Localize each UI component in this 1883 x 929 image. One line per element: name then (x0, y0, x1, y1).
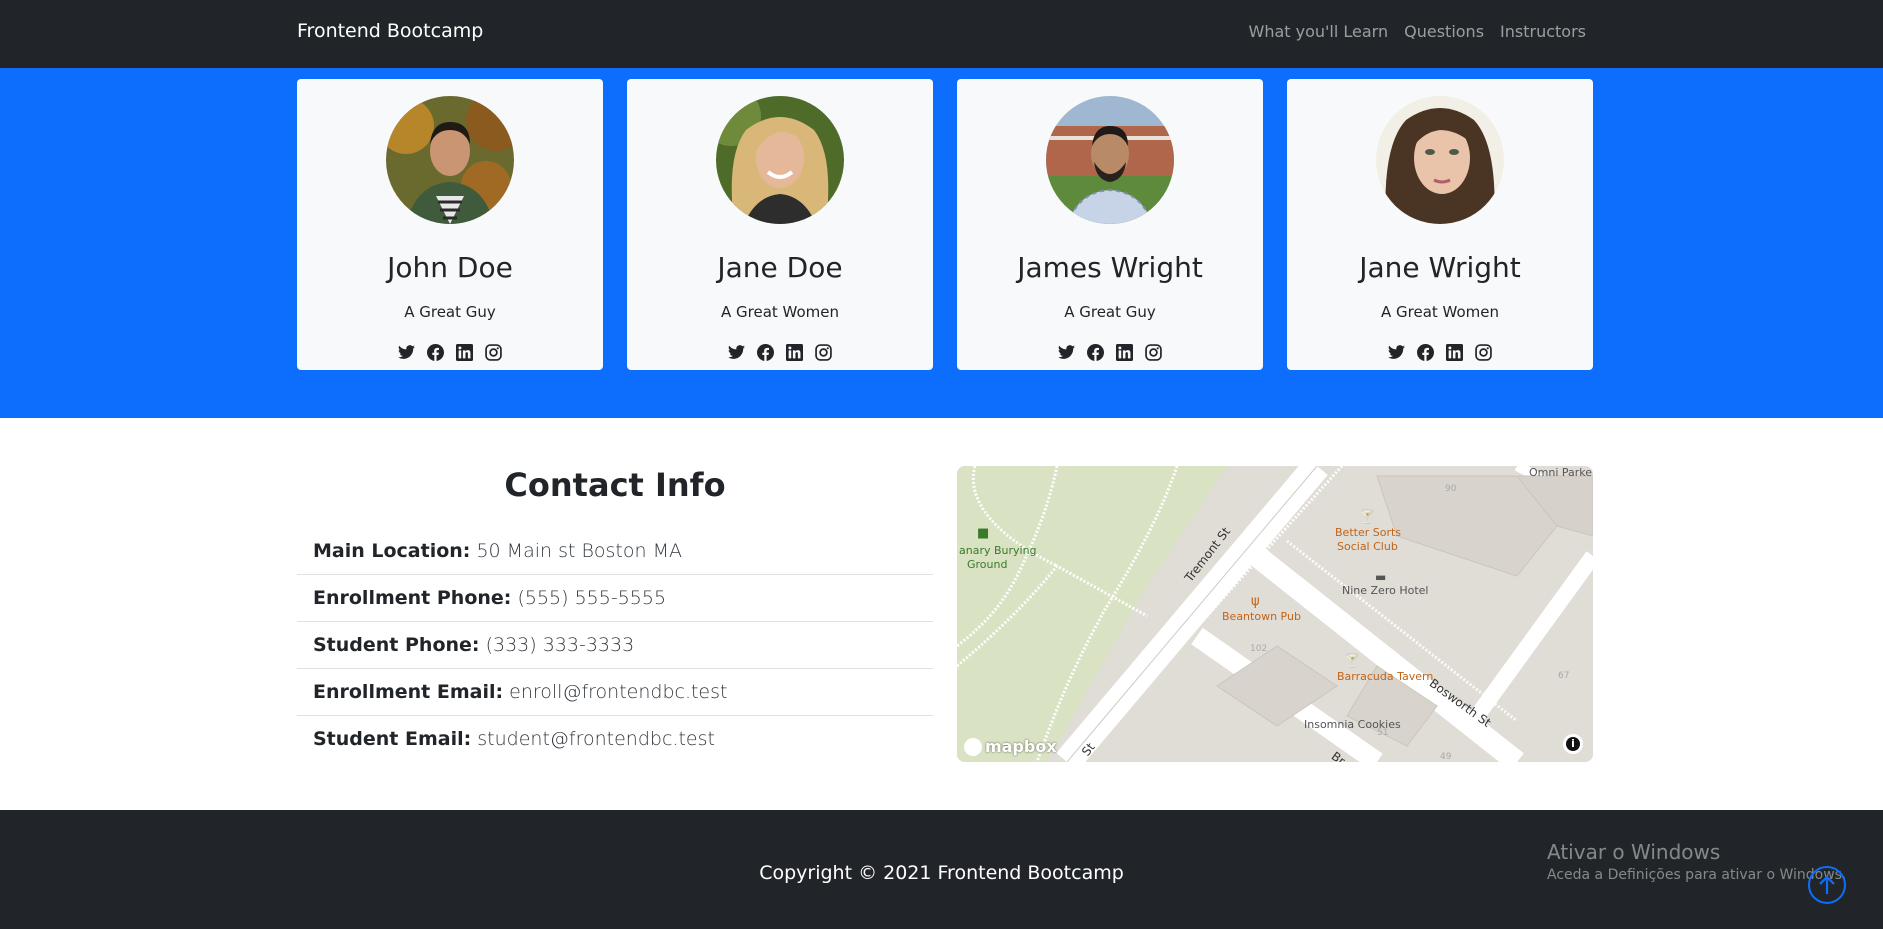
contact-item-student-phone: Student Phone: (333) 333-3333 (297, 622, 933, 669)
instagram-icon[interactable] (815, 344, 832, 361)
map-label-omni: Omni Parke (1529, 466, 1593, 479)
restaurant-icon: ψ (1251, 594, 1260, 609)
instructor-card: Jane Doe A Great Women (627, 79, 933, 370)
instructor-name: James Wright (1017, 251, 1203, 284)
cocktail-icon: 🍸 (1344, 654, 1361, 669)
instructor-role: A Great Guy (1064, 303, 1156, 321)
nav-link-instructors[interactable]: Instructors (1500, 22, 1586, 41)
map-label-better-sorts: Better Sorts (1335, 526, 1402, 539)
linkedin-icon[interactable] (1446, 344, 1463, 361)
map-label-barracuda: Barracuda Tavern (1337, 670, 1434, 683)
instructor-role: A Great Guy (404, 303, 496, 321)
linkedin-icon[interactable] (456, 344, 473, 361)
avatar (1046, 96, 1174, 224)
mapbox-logo[interactable]: mapbox (964, 737, 1057, 756)
map-label-number: 51 (1377, 728, 1389, 738)
contact-label: Student Phone: (313, 634, 480, 656)
hotel-icon: ▬ (1375, 570, 1387, 584)
linkedin-icon[interactable] (1116, 344, 1133, 361)
contact-item-student-email: Student Email: student@frontendbc.test (297, 716, 933, 763)
footer: Copyright © 2021 Frontend Bootcamp Ativa… (0, 810, 1883, 929)
info-icon: i (1566, 737, 1580, 751)
map-label-burying-ground: anary Burying (959, 544, 1037, 557)
facebook-icon[interactable] (1417, 344, 1434, 361)
windows-activation-title: Ativar o Windows (1547, 840, 1721, 864)
instructor-name: John Doe (387, 251, 513, 284)
contact-value: student@frontendbc.test (477, 728, 715, 750)
navbar: Frontend Bootcamp What you'll Learn Ques… (0, 0, 1883, 68)
scroll-to-top-button[interactable] (1808, 866, 1846, 904)
map-label-beantown: Beantown Pub (1222, 610, 1301, 623)
social-links (957, 344, 1263, 361)
instructor-role: A Great Women (720, 303, 840, 321)
social-links (297, 344, 603, 361)
contact-label: Enrollment Email: (313, 681, 504, 703)
social-links (1287, 344, 1593, 361)
contact-value: (555) 555-5555 (517, 587, 667, 609)
cocktail-icon: 🍸 (1359, 510, 1376, 525)
contact-label: Main Location: (313, 540, 471, 562)
social-links (627, 344, 933, 361)
contact-item-enrollment-email: Enrollment Email: enroll@frontendbc.test (297, 669, 933, 716)
map-label-burying-ground-2: Ground (967, 558, 1008, 571)
brand-link[interactable]: Frontend Bootcamp (297, 20, 483, 42)
instagram-icon[interactable] (1145, 344, 1162, 361)
avatar (1376, 96, 1504, 224)
nav-links: What you'll Learn Questions Instructors (1249, 22, 1587, 41)
map[interactable]: anary Burying Ground Tremont St Better S… (957, 466, 1593, 762)
park-icon: ■ (977, 526, 990, 541)
map-label-nine-zero: Nine Zero Hotel (1342, 584, 1429, 597)
twitter-icon[interactable] (728, 344, 745, 361)
facebook-icon[interactable] (757, 344, 774, 361)
contact-title: Contact Info (504, 466, 726, 504)
instructor-role: A Great Women (1380, 303, 1500, 321)
contact-label: Enrollment Phone: (313, 587, 512, 609)
instagram-icon[interactable] (485, 344, 502, 361)
contact-value: enroll@frontendbc.test (509, 681, 728, 703)
contact-value: (333) 333-3333 (485, 634, 635, 656)
contact-item-enrollment-phone: Enrollment Phone: (555) 555-5555 (297, 575, 933, 622)
avatar (386, 96, 514, 224)
map-label-number: 49 (1440, 752, 1452, 762)
arrow-up-icon (1819, 875, 1835, 894)
nav-link-learn[interactable]: What you'll Learn (1249, 22, 1389, 41)
instagram-icon[interactable] (1475, 344, 1492, 361)
instructor-card: James Wright A Great Guy (957, 79, 1263, 370)
mapbox-logo-mark (964, 737, 982, 756)
mapbox-logo-text: mapbox (985, 737, 1057, 756)
nav-link-questions[interactable]: Questions (1404, 22, 1484, 41)
avatar (716, 96, 844, 224)
map-label-better-sorts-2: Social Club (1337, 540, 1398, 553)
contact-label: Student Email: (313, 728, 472, 750)
map-label-number: 90 (1445, 484, 1457, 494)
instructor-name: Jane Wright (1359, 251, 1521, 284)
map-label-number: 102 (1250, 644, 1268, 654)
twitter-icon[interactable] (1388, 344, 1405, 361)
facebook-icon[interactable] (1087, 344, 1104, 361)
instructor-card: Jane Wright A Great Women (1287, 79, 1593, 370)
instructor-card: John Doe A Great Guy (297, 79, 603, 370)
instructor-name: Jane Doe (717, 251, 843, 284)
map-label-number: 67 (1558, 671, 1570, 681)
instructors-section: John Doe A Great Guy Jane Doe A Great Wo… (0, 68, 1883, 418)
contact-list: Main Location: 50 Main st Boston MA Enro… (297, 528, 933, 763)
twitter-icon[interactable] (398, 344, 415, 361)
map-info-button[interactable]: i (1563, 734, 1583, 754)
twitter-icon[interactable] (1058, 344, 1075, 361)
windows-activation-subtitle: Aceda a Definições para ativar o Windows… (1547, 867, 1847, 883)
contact-item-location: Main Location: 50 Main st Boston MA (297, 528, 933, 575)
contact-value: 50 Main st Boston MA (476, 540, 682, 562)
facebook-icon[interactable] (427, 344, 444, 361)
linkedin-icon[interactable] (786, 344, 803, 361)
